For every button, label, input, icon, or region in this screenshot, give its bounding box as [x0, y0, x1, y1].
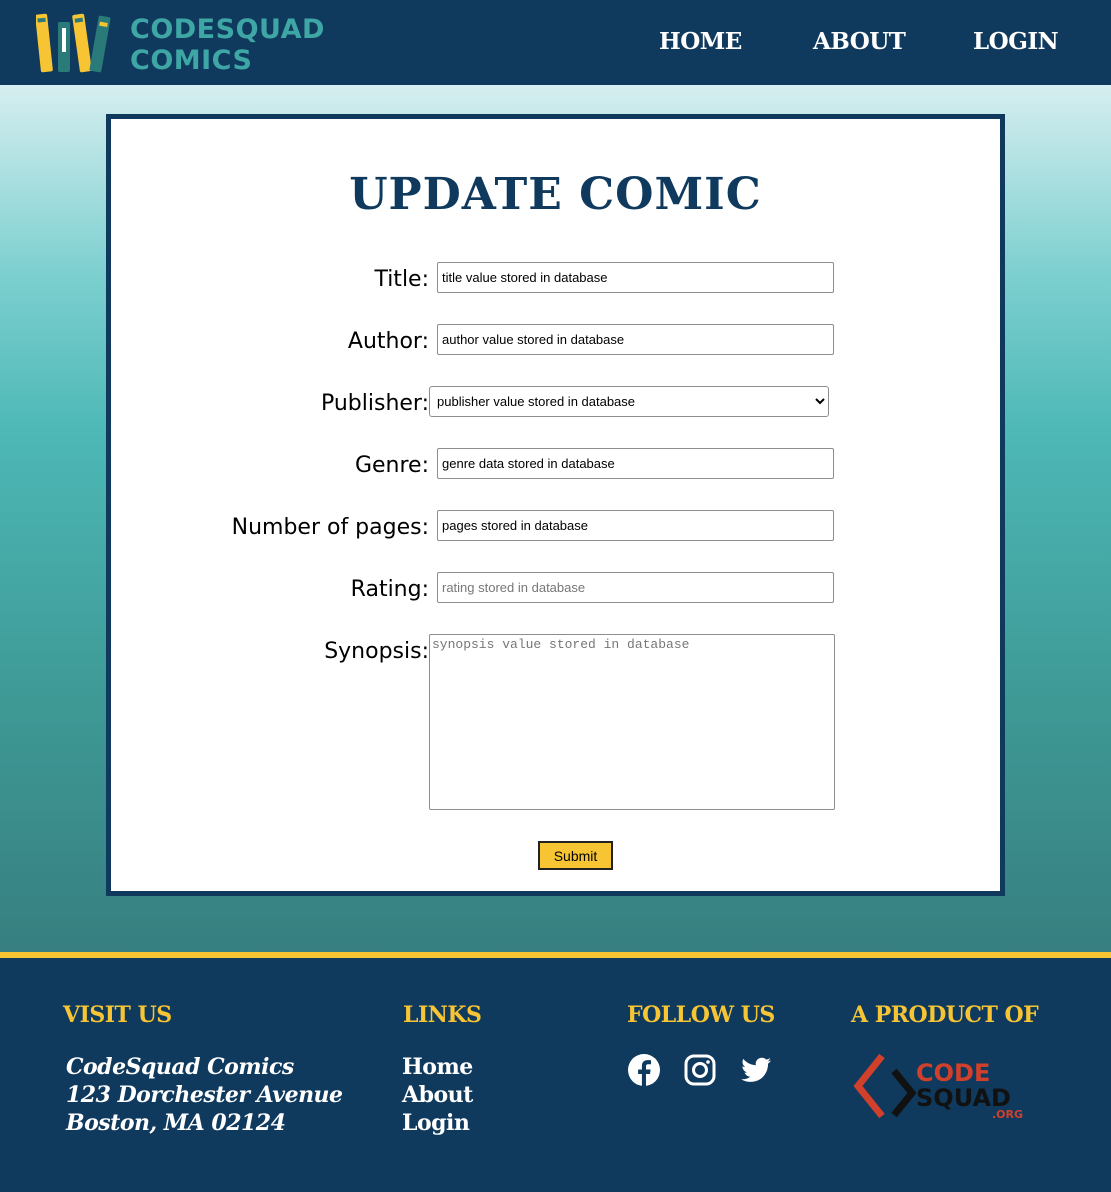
submit-button[interactable]: Submit	[538, 841, 613, 870]
address-line-3: Boston, MA 02124	[66, 1110, 286, 1136]
address-line-2: 123 Dorchester Avenue	[66, 1082, 343, 1108]
footer-link-about[interactable]: About	[402, 1081, 473, 1109]
publisher-select[interactable]: publisher value stored in database	[429, 386, 829, 417]
title-label: Title:	[374, 267, 429, 292]
footer-address: CodeSquad Comics 123 Dorchester Avenue B…	[66, 1053, 343, 1137]
address-line-1: CodeSquad Comics	[66, 1054, 294, 1080]
visit-us-heading: VISIT US	[63, 1002, 172, 1028]
follow-us-heading: FOLLOW US	[627, 1002, 775, 1028]
site-logo[interactable]: CODESQUAD COMICS	[36, 12, 324, 76]
brand-name: CODESQUAD COMICS	[130, 14, 325, 76]
pages-label: Number of pages:	[231, 515, 429, 540]
genre-input[interactable]	[437, 448, 834, 479]
footer-links: Home About Login	[402, 1053, 473, 1137]
instagram-icon[interactable]	[683, 1053, 717, 1087]
brand-line-1: CODESQUAD	[130, 14, 325, 45]
codesquad-logo[interactable]: CODE SQUAD .ORG	[852, 1053, 1027, 1128]
rating-label: Rating:	[350, 577, 429, 602]
codesquad-code-text: CODE	[916, 1059, 991, 1087]
pages-input[interactable]	[437, 510, 834, 541]
product-of-heading: A PRODUCT OF	[851, 1002, 1039, 1028]
footer-link-login[interactable]: Login	[402, 1109, 473, 1137]
synopsis-textarea[interactable]	[429, 634, 835, 810]
facebook-icon[interactable]	[627, 1053, 661, 1087]
rating-input[interactable]	[437, 572, 834, 603]
update-comic-form: UPDATE COMIC Title: Author: Publisher: p…	[106, 114, 1005, 896]
brand-line-2: COMICS	[130, 45, 253, 76]
nav-about-link[interactable]: ABOUT	[813, 28, 906, 55]
publisher-label: Publisher:	[320, 391, 429, 416]
site-header: CODESQUAD COMICS HOME ABOUT LOGIN	[0, 0, 1111, 85]
site-footer: VISIT US CodeSquad Comics 123 Dorchester…	[0, 958, 1111, 1192]
genre-label: Genre:	[354, 453, 429, 478]
synopsis-label: Synopsis:	[324, 639, 429, 664]
links-heading: LINKS	[403, 1002, 482, 1028]
twitter-icon[interactable]	[739, 1053, 773, 1087]
author-input[interactable]	[437, 324, 834, 355]
form-title: UPDATE COMIC	[349, 169, 762, 220]
author-label: Author:	[347, 329, 429, 354]
main-content: UPDATE COMIC Title: Author: Publisher: p…	[0, 85, 1111, 952]
codesquad-org-text: .ORG	[992, 1108, 1024, 1121]
nav-login-link[interactable]: LOGIN	[973, 28, 1059, 55]
nav-home-link[interactable]: HOME	[659, 28, 742, 55]
footer-link-home[interactable]: Home	[402, 1053, 473, 1081]
title-input[interactable]	[437, 262, 834, 293]
books-logo-icon	[36, 13, 111, 73]
